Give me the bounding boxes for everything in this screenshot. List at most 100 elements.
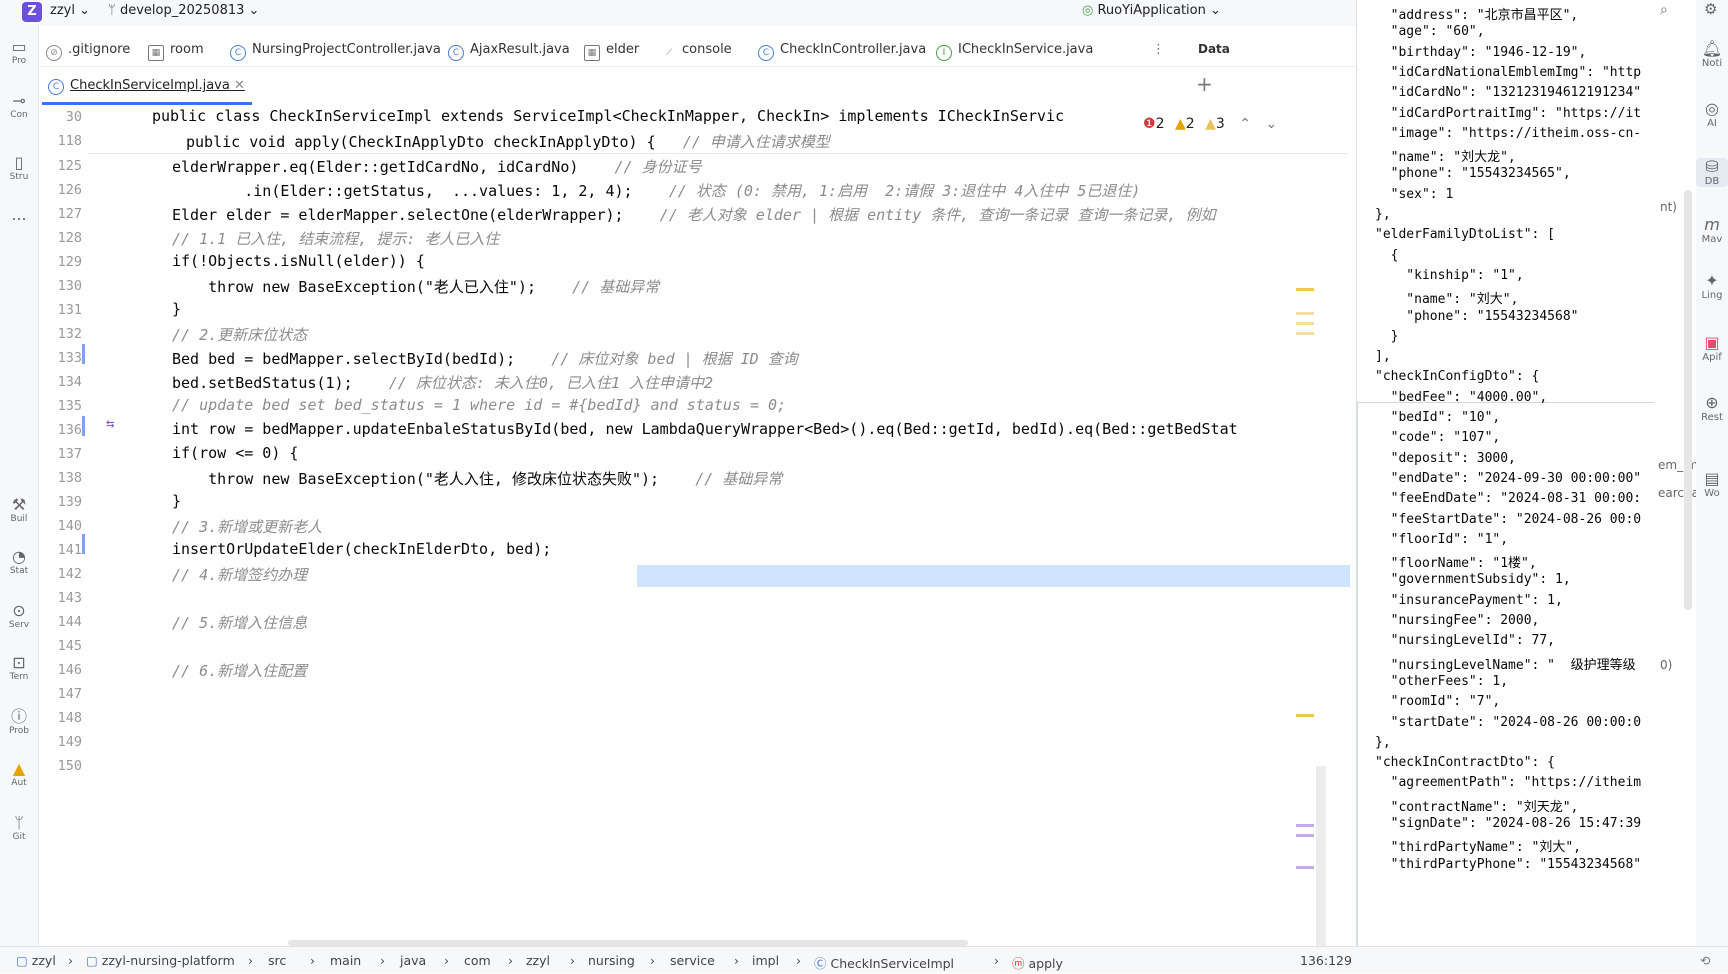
- search-icon[interactable]: ⌕: [1660, 2, 1668, 18]
- json-line[interactable]: "signDate": "2024-08-26 15:47:39: [1375, 816, 1641, 831]
- json-line[interactable]: "checkInContractDto": {: [1375, 755, 1555, 770]
- json-line[interactable]: "otherFees": 1,: [1375, 674, 1508, 689]
- breadcrumb-item[interactable]: main: [330, 953, 361, 968]
- maven-tool-button[interactable]: m Mav: [1696, 216, 1728, 246]
- notifications-tool-button[interactable]: 🔔︎ Noti: [1696, 40, 1728, 70]
- code-line[interactable]: // 2.更新床位状态: [172, 324, 307, 345]
- code-line[interactable]: // 3.新增或更新老人: [172, 516, 322, 537]
- json-line[interactable]: }: [1375, 329, 1399, 344]
- caret-position[interactable]: 136:129: [1300, 953, 1352, 968]
- build-tool-button[interactable]: ⚒ Buil: [2, 496, 36, 525]
- json-line[interactable]: "floorName": "1楼",: [1375, 552, 1537, 571]
- tab-elder[interactable]: ▦ elder: [584, 42, 639, 61]
- breadcrumb-item[interactable]: impl: [752, 953, 779, 968]
- json-line[interactable]: "name": "刘大",: [1375, 288, 1518, 307]
- json-line[interactable]: "nursingFee": 2000,: [1375, 613, 1540, 628]
- json-request-panel[interactable]: "address": "北京市昌平区", "age": "60", "birth…: [1356, 0, 1657, 946]
- structure-tool-button[interactable]: ▯ Stru: [2, 154, 36, 183]
- json-line[interactable]: "feeStartDate": "2024-08-26 00:0: [1375, 512, 1641, 527]
- project-tool-button[interactable]: ▭ Pro: [2, 38, 36, 67]
- json-line[interactable]: "kinship": "1",: [1375, 268, 1523, 283]
- statistic-tool-button[interactable]: ◔ Stat: [2, 548, 36, 577]
- commit-tool-button[interactable]: ⊸ Con: [2, 92, 36, 121]
- breadcrumb-item[interactable]: Ⓒ CheckInServiceImpl: [814, 953, 954, 972]
- tab-icheckin-service[interactable]: I ICheckInService.java: [936, 42, 1093, 61]
- branch-selector[interactable]: ᛘ develop_20250813 ⌄: [108, 3, 259, 18]
- json-line[interactable]: "nursingLevelId": 77,: [1375, 633, 1555, 648]
- json-line[interactable]: "floorId": "1",: [1375, 532, 1508, 547]
- code-line[interactable]: if(row <= 0) {: [172, 444, 298, 462]
- code-line[interactable]: Elder elder = elderMapper.selectOne(elde…: [172, 204, 1215, 225]
- json-line[interactable]: "deposit": 3000,: [1375, 451, 1516, 466]
- tab-room[interactable]: ▦ room: [148, 42, 204, 61]
- json-line[interactable]: "address": "北京市昌平区",: [1375, 4, 1579, 23]
- code-line[interactable]: throw new BaseException("老人已入住"); // 基础异…: [172, 276, 659, 297]
- tab-options-icon[interactable]: ⋮: [1152, 42, 1165, 57]
- json-line[interactable]: "phone": "15543234568": [1375, 309, 1578, 324]
- code-line[interactable]: // update bed set bed_status = 1 where i…: [172, 396, 786, 414]
- json-line[interactable]: "thirdPartyPhone": "15543234568": [1375, 857, 1641, 872]
- json-line[interactable]: "roomId": "7",: [1375, 694, 1501, 709]
- json-line[interactable]: "birthday": "1946-12-19",: [1375, 45, 1587, 60]
- apifox-tool-button[interactable]: ▣ Apif: [1696, 334, 1728, 364]
- code-line[interactable]: int row = bedMapper.updateEnbaleStatusBy…: [172, 420, 1238, 438]
- notifications-status-icon[interactable]: ⟲: [1700, 953, 1710, 968]
- problems-tool-button[interactable]: ⓘ Prob: [2, 708, 36, 737]
- json-line[interactable]: },: [1375, 207, 1391, 222]
- vertical-scrollbar[interactable]: [1316, 766, 1326, 946]
- project-selector[interactable]: zzyl ⌄: [50, 3, 90, 18]
- scroll-marker[interactable]: [1296, 322, 1314, 325]
- json-line[interactable]: "sex": 1: [1375, 187, 1454, 202]
- services-tool-button[interactable]: ⊙ Serv: [2, 602, 36, 631]
- tab-gitignore[interactable]: ⊘ .gitignore: [46, 42, 130, 61]
- run-config-selector[interactable]: ◎ RuoYiApplication ⌄: [1082, 3, 1221, 18]
- scroll-marker[interactable]: [1296, 866, 1314, 869]
- code-line[interactable]: throw new BaseException("老人入住, 修改床位状态失败"…: [172, 468, 782, 489]
- json-line[interactable]: ],: [1375, 349, 1391, 364]
- vcs-change-marker[interactable]: [82, 344, 85, 364]
- tab-console[interactable]: ⟋ console: [662, 42, 732, 60]
- breadcrumb-item[interactable]: ▢ zzyl-nursing-platform: [86, 953, 235, 968]
- code-line[interactable]: }: [172, 300, 181, 318]
- code-line[interactable]: // 4.新增签约办理: [172, 564, 307, 585]
- lingma-tool-button[interactable]: ✦ Ling: [1696, 272, 1728, 302]
- breadcrumb-item[interactable]: java: [400, 953, 426, 968]
- json-line[interactable]: "thirdPartyName": "刘大",: [1375, 836, 1581, 855]
- breadcrumb-item[interactable]: service: [670, 953, 715, 968]
- json-line[interactable]: "age": "60",: [1375, 24, 1485, 39]
- json-line[interactable]: "idCardNo": "132123194612191234": [1375, 85, 1641, 100]
- json-line[interactable]: "endDate": "2024-09-30 00:00:00": [1375, 471, 1641, 486]
- json-line[interactable]: "name": "刘大龙",: [1375, 146, 1516, 165]
- database-tool-button[interactable]: ⛁ DB: [1696, 158, 1728, 187]
- code-line[interactable]: elderWrapper.eq(Elder::getIdCardNo, idCa…: [172, 156, 702, 177]
- code-line[interactable]: // 6.新增入住配置: [172, 660, 307, 681]
- code-line[interactable]: // 5.新增入住信息: [172, 612, 307, 633]
- breadcrumb-item[interactable]: ▢ zzyl: [16, 953, 56, 968]
- terminal-tool-button[interactable]: ⊡ Tern: [2, 654, 36, 683]
- git-tool-button[interactable]: ᛘ Git: [2, 814, 36, 843]
- mapper-navigation-icon[interactable]: ⇆: [106, 416, 114, 432]
- json-line[interactable]: "startDate": "2024-08-26 00:00:0: [1375, 715, 1641, 730]
- json-line[interactable]: "idCardPortraitImg": "https://it: [1375, 106, 1641, 121]
- code-editor[interactable]: 30 public class CheckInServiceImpl exten…: [38, 106, 1356, 946]
- code-line[interactable]: insertOrUpdateElder(checkInElderDto, bed…: [172, 540, 551, 558]
- word-tool-button[interactable]: ▤ Wo: [1696, 470, 1728, 500]
- scroll-marker[interactable]: [1296, 332, 1314, 335]
- panel-scrollbar[interactable]: [1684, 190, 1692, 610]
- vcs-change-marker[interactable]: [82, 416, 85, 436]
- sticky-method-header[interactable]: public void apply(CheckInApplyDto checkI…: [186, 131, 830, 152]
- scroll-marker[interactable]: [1296, 312, 1314, 315]
- add-icon[interactable]: +: [1196, 72, 1213, 96]
- rest-tool-button[interactable]: ⊕ Rest: [1696, 394, 1728, 424]
- scroll-marker[interactable]: [1296, 834, 1314, 837]
- scroll-marker[interactable]: [1296, 288, 1314, 291]
- json-line[interactable]: "checkInConfigDto": {: [1375, 369, 1539, 384]
- tab-checkin-controller[interactable]: C CheckInController.java: [758, 42, 926, 61]
- close-icon[interactable]: ✕: [234, 78, 245, 93]
- inspection-widget[interactable]: ❶2 ▲2 ▲3 ⌃ ⌄: [1143, 116, 1277, 132]
- json-line[interactable]: "bedFee": "4000.00",: [1375, 390, 1548, 405]
- tab-nursing-project-controller[interactable]: C NursingProjectController.java: [230, 42, 441, 61]
- gear-icon[interactable]: ⚙: [1704, 0, 1717, 18]
- json-line[interactable]: "bedId": "10",: [1375, 410, 1501, 425]
- code-line[interactable]: // 1.1 已入住, 结束流程, 提示: 老人已入住: [172, 228, 499, 249]
